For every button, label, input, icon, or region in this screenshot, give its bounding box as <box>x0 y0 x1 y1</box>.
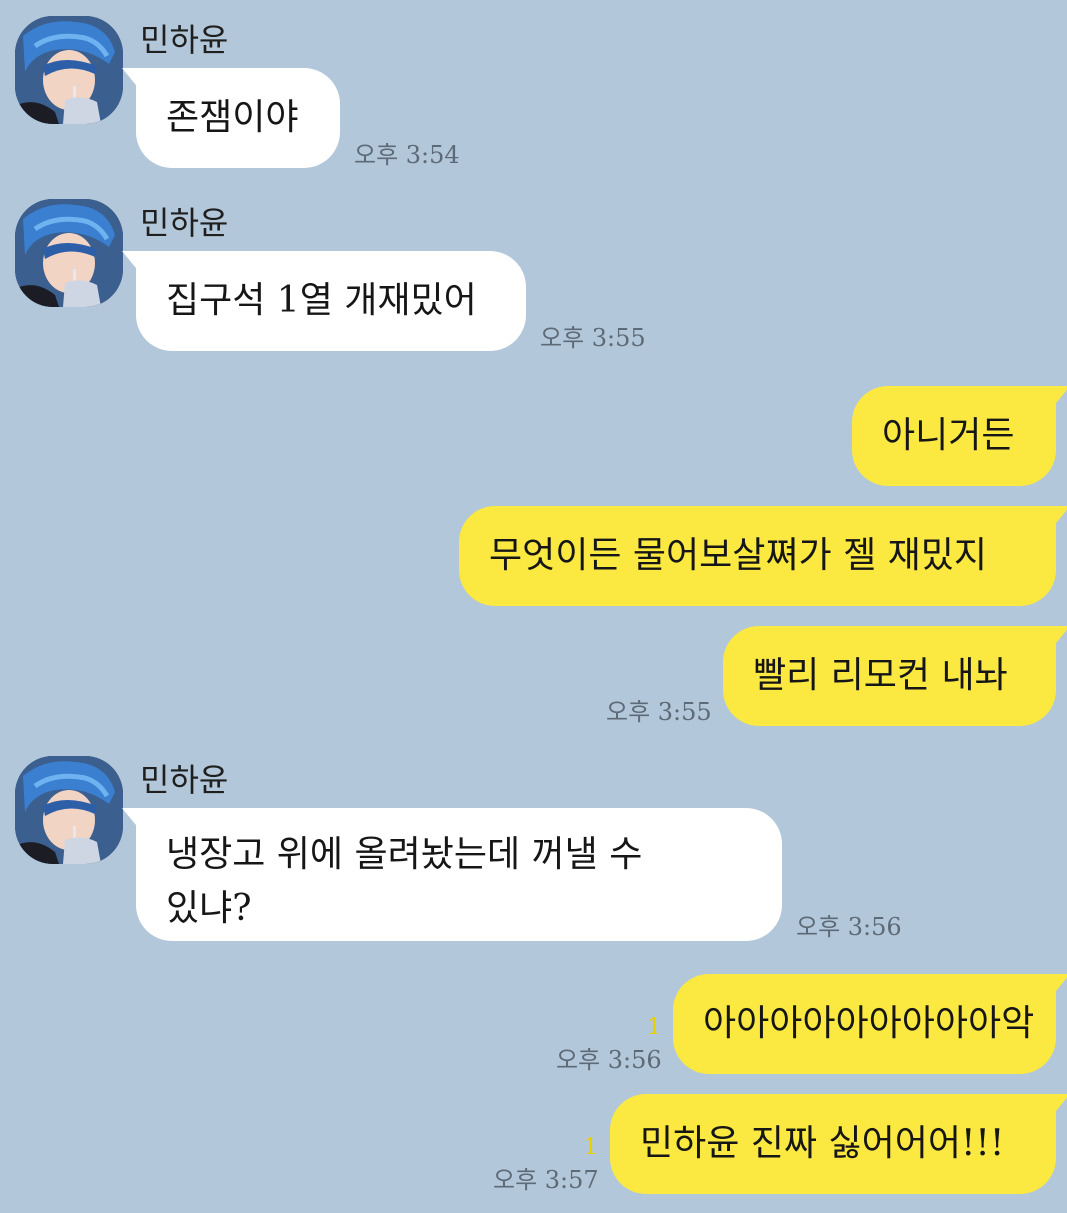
sender-name: 민하윤 <box>140 204 229 242</box>
message-timestamp: 오후 3:54 <box>354 141 460 169</box>
message-bubble[interactable]: 존잼이야 <box>122 68 340 168</box>
message-timestamp: 오후 3:55 <box>606 698 712 726</box>
profile-photo-icon <box>15 756 123 864</box>
avatar[interactable] <box>15 756 123 864</box>
message-timestamp: 오후 3:56 <box>796 913 902 941</box>
sender-name: 민하윤 <box>140 21 229 59</box>
message-text-line: 있냐? <box>166 888 252 929</box>
unread-count: 1 <box>647 1015 661 1040</box>
message-bubble[interactable]: 빨리 리모컨 내놔 <box>723 626 1067 726</box>
message-timestamp: 오후 3:57 <box>493 1166 599 1194</box>
message-bubble[interactable]: 아니거든 <box>852 386 1067 486</box>
message-timestamp: 오후 3:56 <box>556 1046 662 1074</box>
message-bubble[interactable]: 무엇이든 물어보살쪄가 젤 재밌지 <box>459 506 1067 606</box>
message-text: 빨리 리모컨 내놔 <box>753 655 1008 696</box>
sender-name: 민하윤 <box>140 761 229 799</box>
message-bubble[interactable]: 냉장고 위에 올려놨는데 꺼낼 수 있냐? <box>122 808 782 941</box>
message-text: 무엇이든 물어보살쪄가 젤 재밌지 <box>489 535 988 576</box>
message-text: 존잼이야 <box>166 97 299 138</box>
message-text-line: 냉장고 위에 올려놨는데 꺼낼 수 <box>166 834 643 875</box>
unread-count: 1 <box>584 1135 598 1160</box>
message-bubble[interactable]: 아아아아아아아아아악 <box>673 974 1067 1074</box>
profile-photo-icon <box>15 199 123 307</box>
message-bubble[interactable]: 집구석 1열 개재밌어 <box>122 251 526 351</box>
avatar[interactable] <box>15 199 123 307</box>
profile-photo-icon <box>15 16 123 124</box>
message-text: 민하윤 진짜 싫어어어!!! <box>640 1123 1005 1164</box>
avatar[interactable] <box>15 16 123 124</box>
message-bubble[interactable]: 민하윤 진짜 싫어어어!!! <box>610 1094 1067 1194</box>
message-text: 아아아아아아아아아악 <box>703 1003 1035 1044</box>
message-text: 아니거든 <box>882 415 1015 456</box>
message-text: 집구석 1열 개재밌어 <box>166 280 477 321</box>
message-timestamp: 오후 3:55 <box>540 324 646 352</box>
